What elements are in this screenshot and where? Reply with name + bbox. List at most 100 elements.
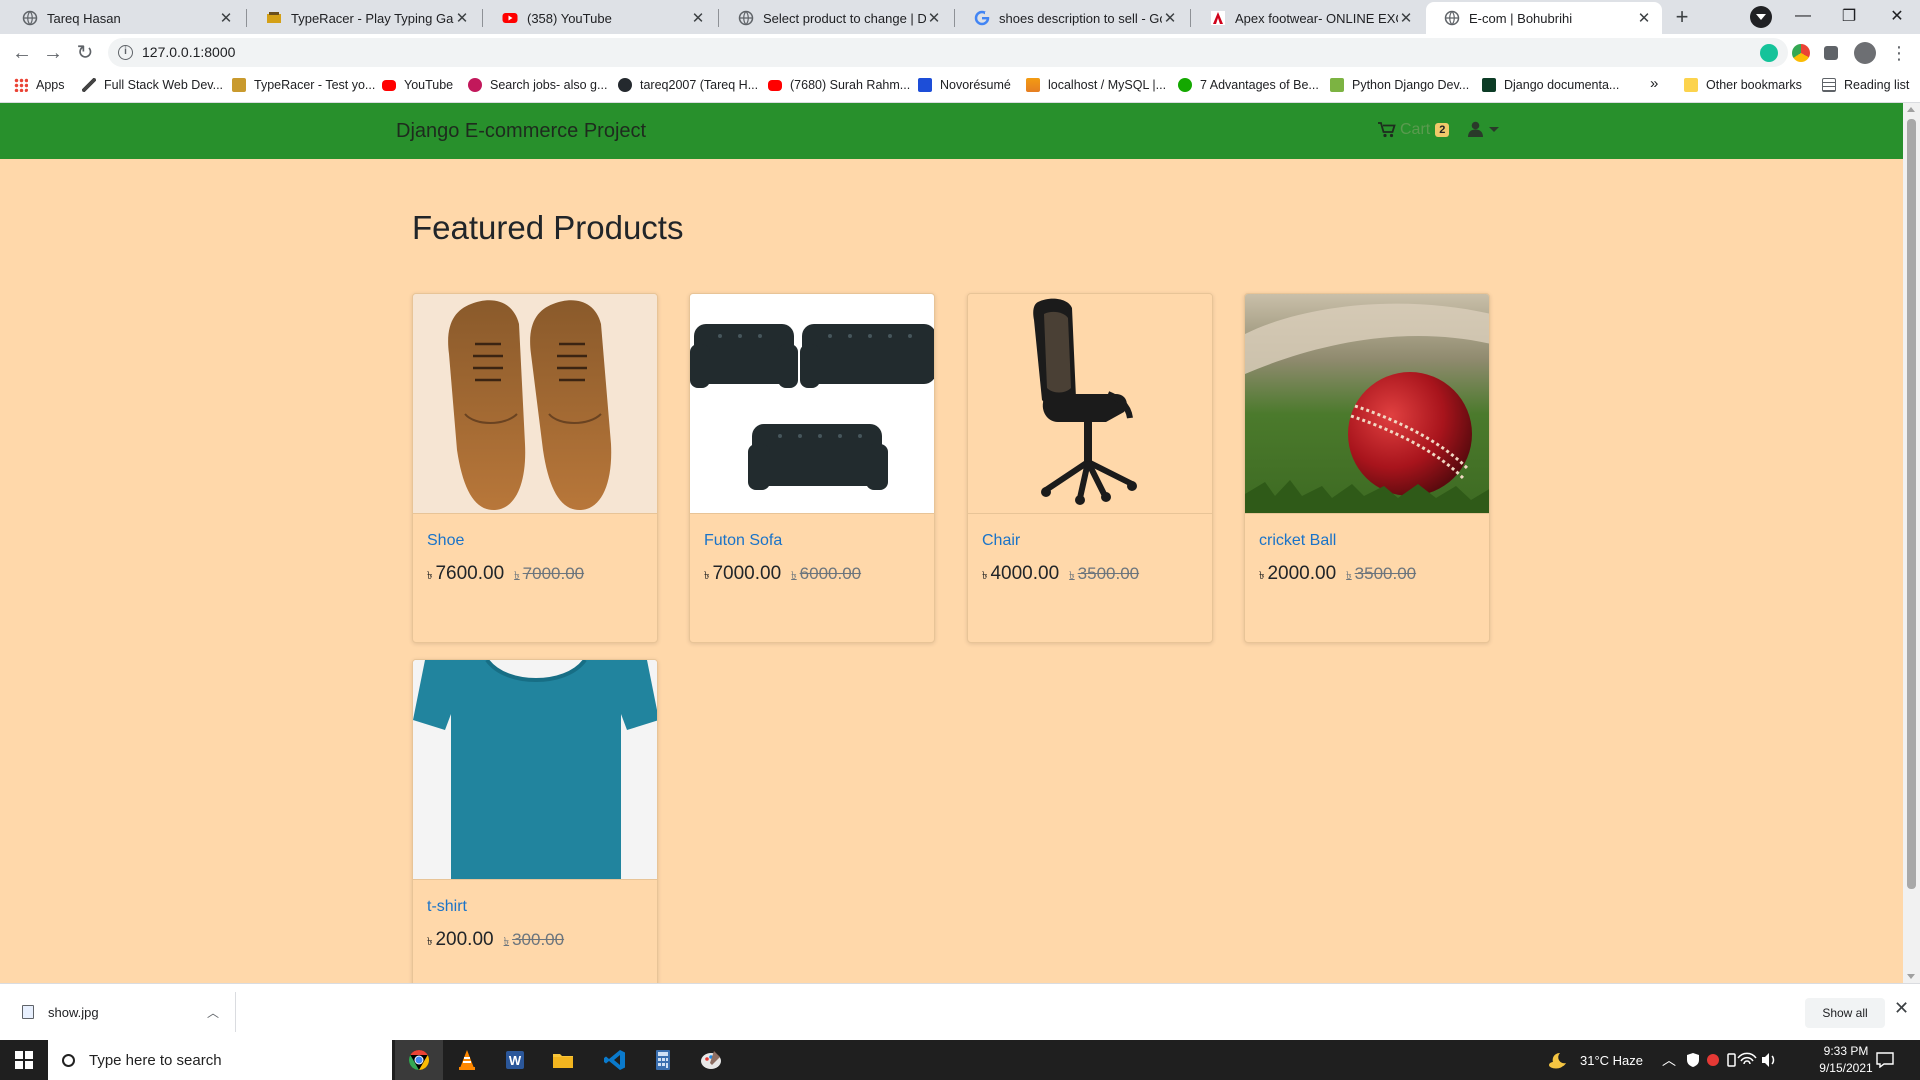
tab-title: (358) YouTube: [527, 10, 612, 26]
product-name-link[interactable]: t-shirt: [427, 898, 467, 916]
product-old-price: ৳ 7000.00: [514, 564, 584, 586]
tab-django-admin[interactable]: Select product to change | Djang ✕: [720, 2, 952, 34]
close-tab-icon[interactable]: ✕: [1636, 9, 1652, 27]
bookmark-surah[interactable]: (7680) Surah Rahm...: [768, 78, 910, 92]
weather-widget[interactable]: 31°C Haze: [1548, 1040, 1643, 1080]
taskbar-chrome[interactable]: [395, 1040, 443, 1080]
profile-avatar[interactable]: [1854, 42, 1876, 64]
featured-products-heading: Featured Products: [412, 209, 684, 246]
close-download-shelf-icon[interactable]: ✕: [1894, 998, 1909, 1019]
back-icon[interactable]: ←: [9, 40, 35, 66]
taskbar-file-explorer[interactable]: [539, 1040, 587, 1080]
window-close-icon[interactable]: ✕: [1874, 0, 1920, 32]
taskbar-calculator[interactable]: [639, 1040, 687, 1080]
tab-ecom-active[interactable]: E-com | Bohubrihi ✕: [1426, 2, 1662, 34]
bookmark-typeracer[interactable]: TypeRacer - Test yo...: [232, 78, 375, 92]
currency-symbol: ৳: [514, 570, 520, 582]
product-image-cricket-ball[interactable]: [1245, 294, 1489, 514]
reading-list-button[interactable]: Reading list: [1822, 78, 1909, 92]
taskbar-search[interactable]: Type here to search: [48, 1040, 392, 1080]
minimize-icon[interactable]: —: [1780, 0, 1826, 32]
tray-overflow-chevron-icon[interactable]: ︿: [1662, 1040, 1676, 1080]
tab-title: Select product to change | Djang: [763, 10, 926, 26]
tab-youtube[interactable]: (358) YouTube ✕: [484, 2, 716, 34]
close-tab-icon[interactable]: ✕: [1162, 9, 1178, 27]
bookmark-python-django[interactable]: Python Django Dev...: [1330, 78, 1469, 92]
bookmark-novoresume[interactable]: Novorésumé: [918, 78, 1011, 92]
forward-icon[interactable]: →: [40, 40, 66, 66]
download-item[interactable]: show.jpg ︿: [10, 992, 236, 1032]
tab-typeracer[interactable]: TypeRacer - Play Typing Games a ✕: [248, 2, 480, 34]
taskbar-paint[interactable]: [687, 1040, 735, 1080]
product-image-futon-sofa[interactable]: [690, 294, 934, 514]
site-brand-link[interactable]: Django E-commerce Project: [396, 120, 646, 143]
start-button[interactable]: [0, 1040, 48, 1080]
product-price: 2000.00: [1267, 563, 1337, 584]
page-scrollbar[interactable]: [1903, 103, 1920, 983]
bookmark-upwork[interactable]: 7 Advantages of Be...: [1178, 78, 1319, 92]
bookmark-label: (7680) Surah Rahm...: [790, 78, 911, 92]
bookmark-label: Other bookmarks: [1706, 78, 1802, 92]
close-tab-icon[interactable]: ✕: [690, 9, 706, 27]
site-info-icon[interactable]: i: [118, 45, 133, 60]
product-name-link[interactable]: Chair: [982, 532, 1020, 550]
show-all-downloads-button[interactable]: Show all: [1805, 998, 1885, 1028]
tab-tareq-hasan[interactable]: Tareq Hasan ✕: [4, 2, 244, 34]
apps-grid-icon: [14, 78, 28, 92]
tab-search-icon[interactable]: [1750, 6, 1772, 28]
taskbar-word[interactable]: W: [491, 1040, 539, 1080]
bookmark-django-docs[interactable]: Django documenta...: [1482, 78, 1619, 92]
user-dropdown-toggle[interactable]: [1468, 121, 1499, 137]
bookmark-youtube[interactable]: YouTube: [382, 78, 453, 92]
reload-icon[interactable]: ↻: [72, 40, 98, 66]
bookmark-full-stack[interactable]: Full Stack Web Dev...: [82, 78, 223, 92]
product-name-link[interactable]: Futon Sofa: [704, 532, 782, 550]
svg-text:W: W: [509, 1053, 522, 1068]
scroll-down-arrow-icon[interactable]: [1907, 974, 1915, 979]
new-tab-button[interactable]: +: [1668, 6, 1696, 30]
close-tab-icon[interactable]: ✕: [926, 9, 942, 27]
product-name-link[interactable]: Shoe: [427, 532, 464, 550]
bookmark-search-jobs[interactable]: Search jobs- also g...: [468, 78, 607, 92]
address-bar[interactable]: i 127.0.0.1:8000 ☆: [108, 38, 1788, 67]
close-tab-icon[interactable]: ✕: [218, 9, 234, 27]
bookmark-phpmyadmin[interactable]: localhost / MySQL |...: [1026, 78, 1166, 92]
old-price-value: 6000.00: [799, 564, 862, 583]
notification-center[interactable]: [1876, 1040, 1894, 1080]
grammarly-extension-icon[interactable]: [1760, 44, 1778, 62]
close-tab-icon[interactable]: ✕: [454, 9, 470, 27]
product-name-link[interactable]: cricket Ball: [1259, 532, 1336, 550]
bookmark-github[interactable]: tareq2007 (Tareq H...: [618, 78, 758, 92]
puzzle-extensions-icon[interactable]: [1824, 46, 1838, 60]
taskbar-search-placeholder: Type here to search: [89, 1051, 222, 1069]
tab-apex-footwear[interactable]: Apex footwear- ONLINE EXCLUSI ✕: [1192, 2, 1424, 34]
cart-link[interactable]: Cart 2: [1378, 121, 1450, 139]
scrollbar-thumb[interactable]: [1907, 119, 1916, 889]
product-image-chair[interactable]: [968, 294, 1212, 514]
product-price: 7600.00: [435, 563, 505, 584]
other-bookmarks-folder[interactable]: Other bookmarks: [1684, 78, 1802, 92]
taskbar-clock[interactable]: 9:33 PM 9/15/2021: [1808, 1043, 1884, 1077]
currency-symbol: ৳: [1069, 570, 1075, 582]
taskbar-vscode[interactable]: [591, 1040, 639, 1080]
restore-icon[interactable]: ❐: [1826, 0, 1872, 32]
apex-icon: [1211, 11, 1225, 25]
product-prices: ৳ 7600.00 ৳ 7000.00: [427, 563, 584, 586]
menu-kebab-icon[interactable]: ⋮: [1886, 40, 1912, 66]
close-tab-icon[interactable]: ✕: [1398, 9, 1414, 27]
chevron-up-icon[interactable]: ︿: [207, 1004, 219, 1021]
currency-symbol: ৳: [1346, 570, 1352, 582]
product-prices: ৳ 4000.00 ৳ 3500.00: [982, 563, 1139, 586]
scroll-up-arrow-icon[interactable]: [1907, 107, 1915, 112]
bookmarks-overflow-button[interactable]: »: [1650, 75, 1658, 92]
bookmark-apps[interactable]: Apps: [14, 78, 65, 92]
google-icon: [974, 10, 990, 26]
product-image-shoe[interactable]: [413, 294, 657, 514]
color-extension-icon[interactable]: [1792, 44, 1810, 62]
bookmark-label: Apps: [36, 78, 65, 92]
tab-google-search[interactable]: shoes description to sell - Googl ✕: [956, 2, 1188, 34]
old-price-value: 300.00: [512, 930, 565, 949]
taskbar-vlc[interactable]: [443, 1040, 491, 1080]
product-image-t-shirt[interactable]: [413, 660, 657, 880]
url-text[interactable]: 127.0.0.1:8000: [142, 44, 235, 60]
